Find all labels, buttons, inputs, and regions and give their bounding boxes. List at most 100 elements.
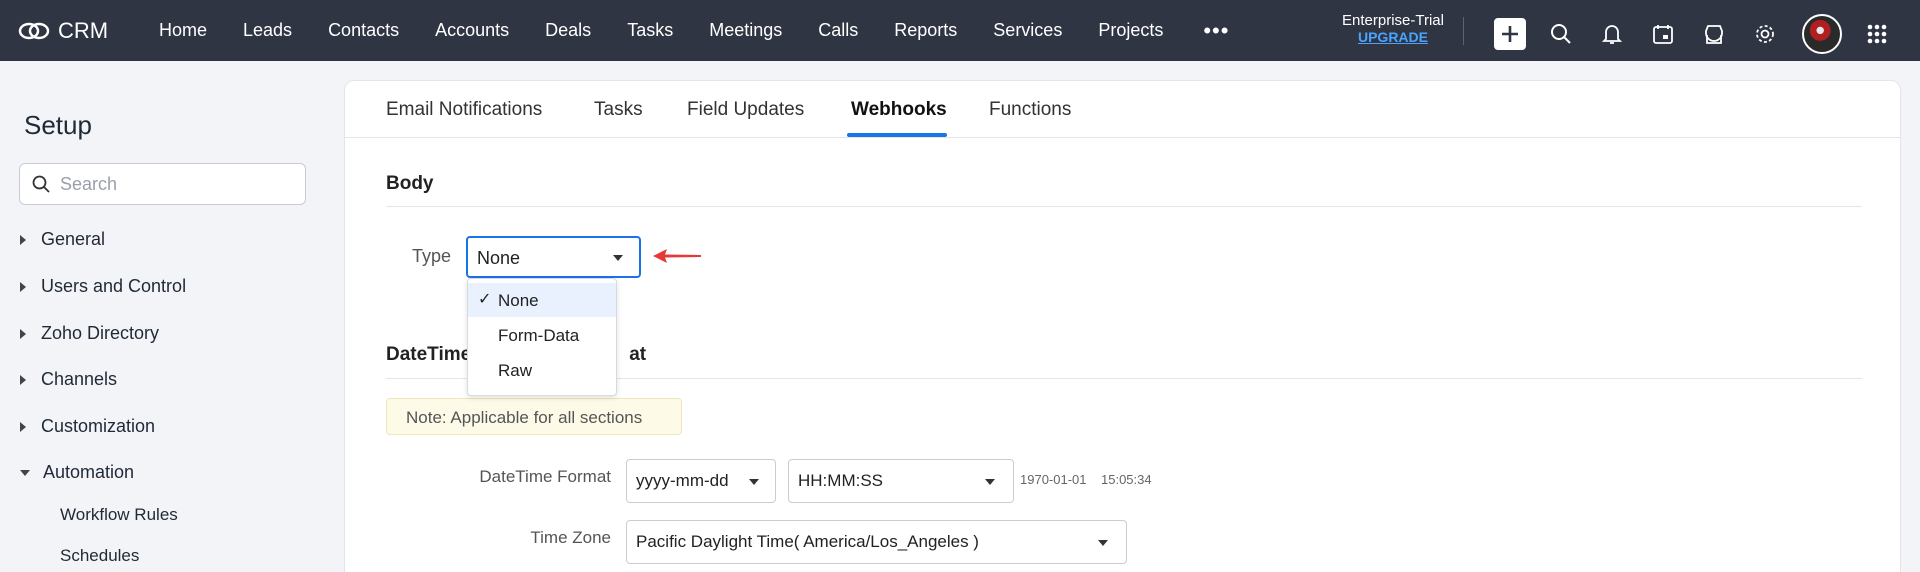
plus-icon: [1502, 26, 1518, 42]
notifications-button[interactable]: [1596, 18, 1628, 50]
calendar-icon: [1653, 25, 1673, 44]
top-navigation-bar: CRM Home Leads Contacts Accounts Deals T…: [0, 0, 1920, 61]
sidebar-item-zoho-directory[interactable]: Zoho Directory: [20, 323, 159, 344]
gear-icon: [1756, 25, 1774, 43]
datetime-format-label: DateTime Format: [479, 467, 611, 486]
chevron-down-icon: [749, 479, 759, 485]
timezone-label: Time Zone: [530, 528, 611, 547]
chevron-down-icon: [613, 255, 623, 261]
calendar-button[interactable]: [1647, 18, 1679, 50]
crm-logo-icon: [18, 22, 50, 39]
datetime-title-left: DateTime: [386, 344, 472, 365]
option-label: Form-Data: [498, 326, 580, 345]
webhook-editor-panel: Email Notifications Tasks Field Updates …: [344, 80, 1901, 572]
store-icon: [1705, 25, 1723, 44]
type-label: Type: [412, 246, 452, 266]
nav-accounts[interactable]: Accounts: [435, 20, 509, 41]
nav-leads[interactable]: Leads: [243, 20, 292, 41]
topbar-divider: [1463, 17, 1464, 45]
option-label: Raw: [498, 361, 533, 380]
crm-logo[interactable]: CRM: [18, 18, 123, 44]
nav-contacts[interactable]: Contacts: [328, 20, 399, 41]
expand-icon: [20, 421, 26, 432]
time-format-value: HH:MM:SS: [798, 471, 883, 490]
plan-info: Enterprise-Trial UPGRADE: [1318, 12, 1468, 45]
expand-icon: [20, 374, 26, 385]
expand-icon: [20, 281, 26, 292]
setup-sidebar: Setup Search General Users and Control Z…: [0, 80, 326, 572]
sidebar-item-automation[interactable]: Automation: [20, 462, 134, 483]
option-form-data[interactable]: Form-Data: [468, 318, 616, 352]
setup-search-input[interactable]: Search: [19, 163, 306, 205]
sidebar-item-label: Customization: [41, 416, 156, 436]
bell-icon: [1602, 25, 1622, 44]
date-format-value: yyyy-mm-dd: [636, 471, 729, 490]
nav-calls[interactable]: Calls: [818, 20, 858, 41]
sidebar-item-label: Users and Control: [41, 276, 187, 296]
nav-home[interactable]: Home: [159, 20, 207, 41]
marketplace-button[interactable]: [1698, 18, 1730, 50]
nav-deals[interactable]: Deals: [545, 20, 591, 41]
sidebar-item-customization[interactable]: Customization: [20, 416, 155, 437]
search-placeholder: Search: [60, 173, 118, 194]
sidebar-subitem-workflow-rules[interactable]: Workflow Rules: [60, 505, 178, 525]
time-format-select[interactable]: HH:MM:SS: [788, 459, 1014, 503]
nav-meetings[interactable]: Meetings: [709, 20, 782, 41]
option-label: None: [498, 291, 539, 310]
tab-tasks[interactable]: Tasks: [594, 99, 643, 121]
option-raw[interactable]: Raw: [468, 353, 616, 387]
timezone-select[interactable]: Pacific Daylight Time( America/Los_Angel…: [626, 520, 1127, 564]
body-section-title: Body: [386, 173, 434, 194]
check-icon: ✓: [478, 291, 492, 308]
body-type-dropdown: ✓ None Form-Data Raw: [467, 278, 617, 396]
setup-title: Setup: [24, 110, 92, 140]
date-preview: 1970-01-01: [1020, 472, 1087, 487]
app-name: CRM: [58, 17, 109, 43]
chevron-down-icon: [985, 479, 995, 485]
nav-services[interactable]: Services: [993, 20, 1062, 41]
sidebar-item-label: Zoho Directory: [41, 323, 160, 343]
sidebar-item-label: General: [41, 229, 106, 249]
search-button[interactable]: [1545, 18, 1577, 50]
sidebar-item-label: Channels: [41, 369, 118, 389]
nav-reports[interactable]: Reports: [894, 20, 957, 41]
search-icon: [32, 175, 50, 193]
date-format-select[interactable]: yyyy-mm-dd: [626, 459, 776, 503]
applicability-note: Note: Applicable for all sections: [386, 398, 682, 435]
sidebar-subitem-schedules[interactable]: Schedules: [60, 546, 139, 566]
body-type-select[interactable]: None: [466, 236, 641, 278]
app-launcher-button[interactable]: [1861, 18, 1893, 50]
timezone-value: Pacific Daylight Time( America/Los_Angel…: [636, 532, 979, 551]
grid-icon: [1867, 24, 1887, 44]
more-nav-icon[interactable]: •••: [1203, 18, 1229, 44]
note-text: Note: Applicable for all sections: [406, 408, 643, 427]
sidebar-item-users-and-control[interactable]: Users and Control: [20, 276, 186, 297]
collapse-icon: [20, 469, 30, 476]
settings-button[interactable]: [1749, 18, 1781, 50]
sidebar-item-channels[interactable]: Channels: [20, 369, 117, 390]
chevron-down-icon: [1098, 540, 1108, 546]
sidebar-item-label: Automation: [43, 462, 135, 482]
user-avatar[interactable]: [1802, 14, 1842, 54]
tab-email-notifications[interactable]: Email Notifications: [386, 99, 542, 121]
upgrade-link[interactable]: UPGRADE: [1318, 29, 1468, 45]
tab-field-updates[interactable]: Field Updates: [687, 99, 804, 121]
main-nav: Home Leads Contacts Accounts Deals Tasks…: [123, 18, 1229, 44]
nav-tasks[interactable]: Tasks: [627, 20, 673, 41]
expand-icon: [20, 328, 26, 339]
sidebar-item-general[interactable]: General: [20, 229, 105, 250]
datetime-title-right: at: [629, 344, 647, 365]
option-none[interactable]: ✓ None: [468, 283, 616, 317]
section-divider: [386, 206, 1862, 207]
automation-tabs: Email Notifications Tasks Field Updates …: [345, 81, 1900, 138]
search-icon: [1551, 24, 1571, 44]
nav-projects[interactable]: Projects: [1098, 20, 1163, 41]
tab-webhooks[interactable]: Webhooks: [851, 99, 947, 121]
pointer-arrow-icon: [653, 249, 701, 263]
topbar-actions: [1494, 14, 1912, 54]
create-new-button[interactable]: [1494, 18, 1526, 50]
tab-functions[interactable]: Functions: [989, 99, 1071, 121]
active-tab-indicator: [847, 133, 947, 137]
plan-edition: Enterprise-Trial: [1342, 12, 1444, 29]
body-type-value: None: [477, 248, 521, 268]
